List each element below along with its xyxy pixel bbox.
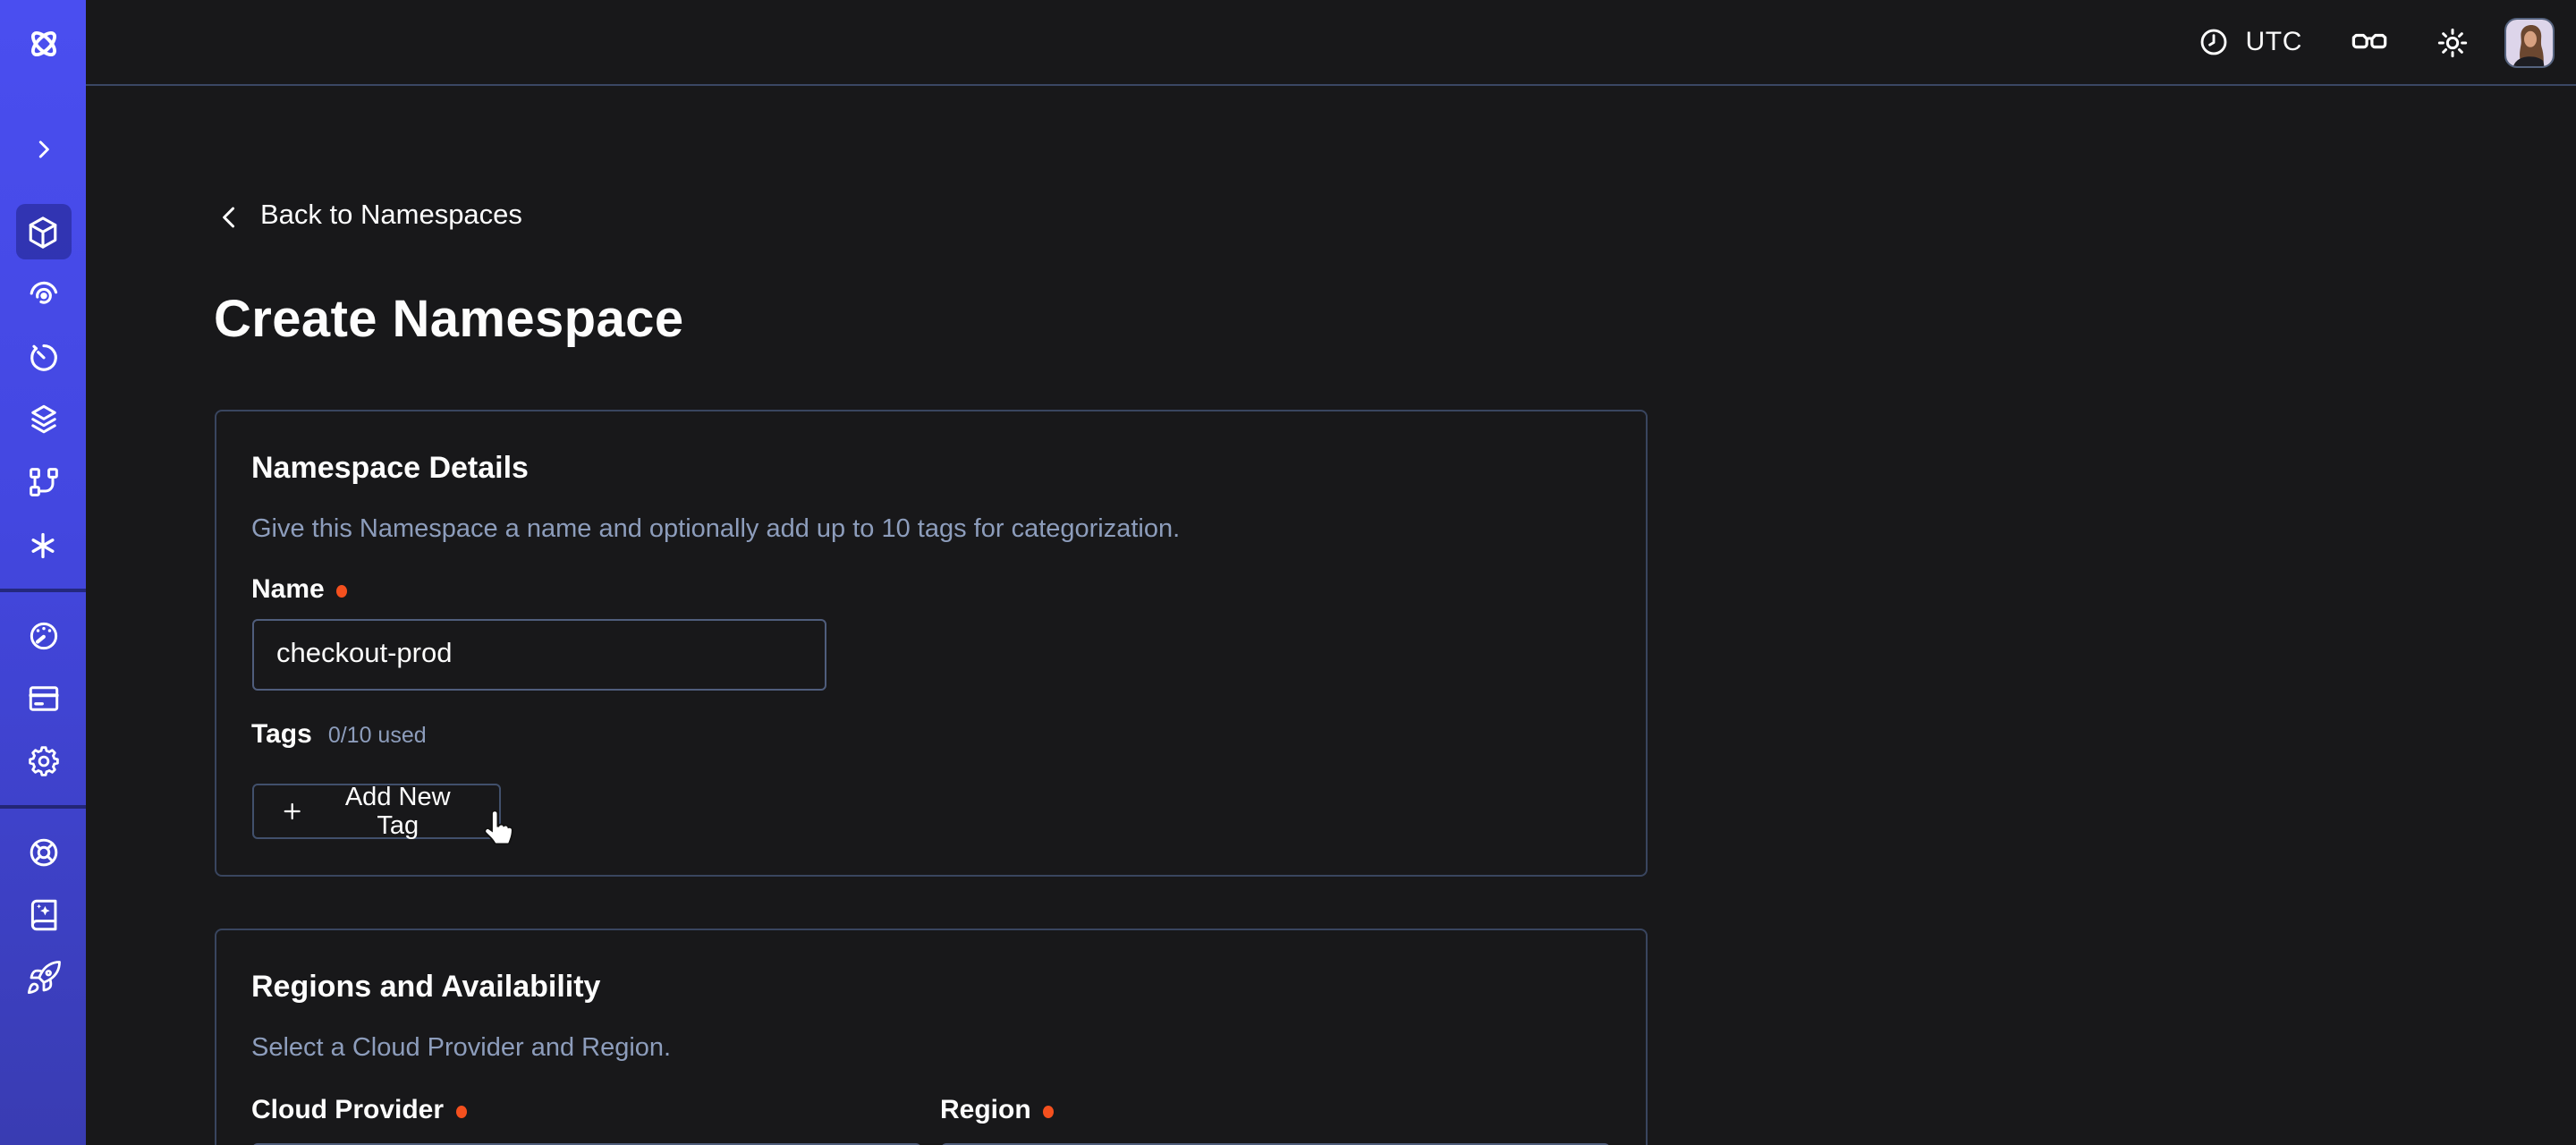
gauge-icon [24, 617, 62, 655]
timezone-label[interactable]: UTC [2246, 27, 2302, 57]
lifebuoy-icon [24, 834, 62, 871]
card-subtitle: Select a Cloud Provider and Region. [251, 1032, 1609, 1066]
required-dot [456, 1105, 467, 1117]
timezone-button[interactable] [2198, 25, 2232, 59]
namespace-name-input[interactable] [251, 619, 826, 691]
required-dot [337, 584, 348, 597]
clock-icon [2198, 25, 2232, 59]
add-new-tag-label: Add New Tag [322, 783, 473, 840]
plus-icon [278, 798, 304, 825]
rocket-icon [24, 959, 62, 997]
name-field-label: Name [251, 576, 1609, 605]
cloud-provider-label: Cloud Provider [251, 1097, 920, 1125]
active-item-highlight [15, 204, 71, 259]
timer-icon [24, 338, 62, 376]
glasses-icon [2349, 21, 2390, 63]
add-new-tag-button[interactable]: Add New Tag [251, 784, 500, 839]
select-labels-row: Cloud Provider Region [251, 1097, 1609, 1125]
region-label: Region [940, 1097, 1609, 1125]
card-subtitle: Give this Namespace a name and optionall… [251, 513, 1609, 547]
labs-toggle-button[interactable] [2349, 21, 2390, 63]
sidebar-item-nexus[interactable] [0, 513, 86, 576]
main-content: Back to Namespaces Create Namespace Name… [86, 86, 2576, 1145]
sidebar-nav [0, 200, 86, 1009]
sidebar-item-batch[interactable] [0, 388, 86, 451]
sidebar-item-getting-started[interactable] [0, 946, 86, 1009]
avatar-photo [2506, 19, 2555, 67]
sidebar-item-deployments[interactable] [0, 451, 86, 513]
page-title: Create Namespace [214, 288, 2576, 352]
credit-card-icon [24, 680, 62, 717]
card-title: Regions and Availability [251, 968, 1609, 1007]
back-link-label: Back to Namespaces [260, 197, 522, 236]
sidebar-item-settings[interactable] [0, 730, 86, 793]
gear-icon [24, 742, 62, 780]
chevron-right-icon [30, 135, 56, 162]
chevron-left-icon [214, 201, 244, 232]
cube-icon [23, 212, 63, 251]
vortex-icon [24, 276, 62, 313]
tags-label: Tags [251, 721, 312, 750]
sidebar [0, 0, 86, 1145]
namespace-details-card: Namespace Details Give this Namespace a … [214, 410, 1647, 877]
user-avatar[interactable] [2504, 17, 2555, 67]
sidebar-item-billing[interactable] [0, 667, 86, 730]
layers-icon [24, 401, 62, 438]
sidebar-expand-button[interactable] [0, 125, 86, 172]
tags-usage-counter: 0/10 used [328, 723, 427, 748]
sidebar-divider [0, 589, 86, 592]
book-sparkles-icon [24, 896, 62, 934]
sidebar-divider [0, 805, 86, 809]
required-dot [1044, 1105, 1055, 1117]
sidebar-item-usage[interactable] [0, 605, 86, 667]
card-title: Namespace Details [251, 449, 1609, 488]
app-window: UTC Back [0, 0, 2576, 1145]
sidebar-item-namespaces[interactable] [0, 200, 86, 263]
tags-header: Tags 0/10 used [251, 721, 1609, 750]
sidebar-item-workflows[interactable] [0, 263, 86, 326]
sidebar-item-docs[interactable] [0, 884, 86, 946]
topbar: UTC [86, 0, 2576, 86]
regions-availability-card: Regions and Availability Select a Cloud … [214, 929, 1647, 1145]
temporal-logo[interactable] [0, 0, 86, 86]
sidebar-item-schedules[interactable] [0, 326, 86, 388]
asterisk-icon [25, 527, 61, 563]
back-to-namespaces-link[interactable]: Back to Namespaces [214, 197, 522, 236]
theme-toggle-button[interactable] [2435, 24, 2470, 60]
sidebar-item-support[interactable] [0, 821, 86, 884]
branch-icon [24, 463, 62, 501]
sun-icon [2435, 24, 2470, 60]
